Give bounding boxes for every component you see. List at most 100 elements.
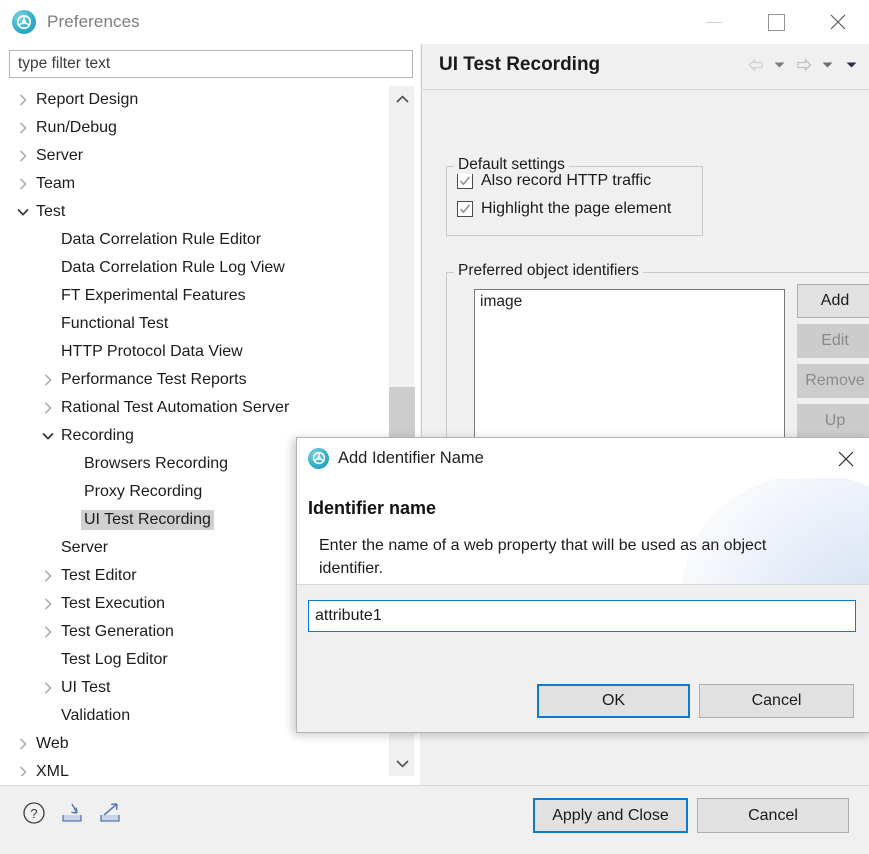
tree-item-functional-test[interactable]: Functional Test [0, 310, 388, 338]
chevron-down-icon[interactable] [389, 750, 415, 776]
dialog-body: OK Cancel [297, 584, 869, 733]
help-icon[interactable]: ? [20, 799, 48, 827]
tree-item-label: UI Test [58, 678, 114, 698]
window-titlebar: Preferences [0, 0, 869, 44]
add-identifier-dialog: Add Identifier Name Identifier name Ente… [296, 437, 869, 733]
forward-arrow-icon[interactable] [795, 56, 812, 74]
import-preferences-icon[interactable] [58, 799, 86, 827]
view-menu-icon[interactable] [843, 56, 860, 74]
tree-item-rational-test-automation-server[interactable]: Rational Test Automation Server [0, 394, 388, 422]
tree-item-label: Performance Test Reports [58, 370, 250, 390]
tree-item-label: Proxy Recording [81, 482, 205, 502]
cancel-button[interactable]: Cancel [697, 798, 849, 833]
tree-item-label: Team [33, 174, 78, 194]
tree-item-label: Data Correlation Rule Log View [58, 258, 288, 278]
close-icon[interactable] [833, 446, 859, 472]
tree-item-label: Test Execution [58, 594, 168, 614]
preferences-app-icon [308, 448, 329, 469]
chevron-up-icon[interactable] [389, 86, 415, 112]
chevron-right-icon[interactable] [40, 402, 56, 414]
dialog-ok-button[interactable]: OK [537, 684, 690, 718]
tree-item-label: Browsers Recording [81, 454, 231, 474]
edit-identifier-button: Edit [797, 324, 869, 358]
export-preferences-icon[interactable] [96, 799, 124, 827]
page-nav-controls [747, 56, 860, 74]
checkbox-row-highlight-element[interactable]: Highlight the page element [447, 195, 702, 223]
preferences-window: Preferences Report Design Run/Debug Server… [0, 0, 869, 854]
tree-item-label: Run/Debug [33, 118, 120, 138]
chevron-right-icon[interactable] [40, 598, 56, 610]
tree-item-label: Rational Test Automation Server [58, 398, 292, 418]
tree-item-server[interactable]: Server [0, 142, 388, 170]
chevron-down-icon[interactable] [40, 432, 56, 441]
dialog-header-area: Identifier name Enter the name of a web … [297, 478, 869, 584]
tree-item-team[interactable]: Team [0, 170, 388, 198]
tree-item-label: Report Design [33, 90, 141, 110]
tree-item-label: Validation [58, 706, 133, 726]
checkbox-label-highlight-element: Highlight the page element [481, 200, 671, 218]
tree-item-test[interactable]: Test [0, 198, 388, 226]
dialog-title: Add Identifier Name [338, 449, 484, 468]
default-settings-group: Default settings Also record HTTP traffi… [446, 166, 703, 236]
window-controls [683, 0, 869, 44]
tree-item-label: Web [33, 734, 72, 754]
checkbox-record-http[interactable] [457, 173, 473, 189]
dialog-titlebar: Add Identifier Name [297, 438, 869, 478]
chevron-right-icon[interactable] [40, 570, 56, 582]
page-header: UI Test Recording [422, 44, 869, 90]
tree-item-label: Functional Test [58, 314, 171, 334]
dialog-heading: Identifier name [308, 498, 436, 519]
chevron-right-icon[interactable] [15, 122, 31, 134]
dialog-description: Enter the name of a web property that wi… [319, 534, 789, 580]
maximize-icon[interactable] [745, 0, 807, 44]
tree-item-ft-experimental-features[interactable]: FT Experimental Features [0, 282, 388, 310]
tree-item-performance-test-reports[interactable]: Performance Test Reports [0, 366, 388, 394]
chevron-right-icon[interactable] [15, 94, 31, 106]
identifier-list-item[interactable]: image [475, 290, 784, 314]
chevron-right-icon[interactable] [40, 626, 56, 638]
chevron-down-icon[interactable] [15, 208, 31, 217]
checkbox-highlight-element[interactable] [457, 201, 473, 217]
tree-item-label: HTTP Protocol Data View [58, 342, 246, 362]
back-dropdown-icon[interactable] [771, 56, 788, 74]
tree-item-label: Test Log Editor [58, 650, 171, 670]
chevron-right-icon[interactable] [15, 178, 31, 190]
checkbox-label-record-http: Also record HTTP traffic [481, 172, 651, 190]
apply-and-close-button[interactable]: Apply and Close [533, 798, 688, 833]
chevron-right-icon[interactable] [15, 766, 31, 776]
add-identifier-button[interactable]: Add [797, 284, 869, 318]
dialog-cancel-button[interactable]: Cancel [699, 684, 854, 718]
up-identifier-button: Up [797, 404, 869, 438]
tree-item-web[interactable]: Web [0, 730, 388, 758]
tree-item-label: Test [33, 202, 68, 222]
tree-item-label: Server [33, 146, 86, 166]
filter-input[interactable] [9, 50, 413, 78]
tree-item-data-correlation-rule-log-view[interactable]: Data Correlation Rule Log View [0, 254, 388, 282]
tree-item-label: XML [33, 762, 72, 776]
window-footer: Apply and Close Cancel [430, 785, 869, 854]
tree-item-label: FT Experimental Features [58, 286, 249, 306]
identifier-name-input[interactable] [308, 600, 856, 632]
forward-dropdown-icon[interactable] [819, 56, 836, 74]
close-icon[interactable] [807, 0, 869, 44]
tree-item-http-protocol-data-view[interactable]: HTTP Protocol Data View [0, 338, 388, 366]
identifiers-group-label: Preferred object identifiers [454, 262, 643, 280]
window-title: Preferences [47, 12, 140, 32]
tree-item-data-correlation-rule-editor[interactable]: Data Correlation Rule Editor [0, 226, 388, 254]
preferences-left-footer: ? [0, 785, 430, 854]
tree-item-label: Test Generation [58, 622, 177, 642]
chevron-right-icon[interactable] [15, 150, 31, 162]
minimize-icon[interactable] [683, 0, 745, 44]
tree-item-xml[interactable]: XML [0, 758, 388, 776]
remove-identifier-button: Remove [797, 364, 869, 398]
svg-text:?: ? [30, 806, 37, 821]
tree-item-run-debug[interactable]: Run/Debug [0, 114, 388, 142]
chevron-right-icon[interactable] [40, 374, 56, 386]
tree-item-label: UI Test Recording [81, 510, 214, 530]
preferences-app-icon [12, 10, 36, 34]
tree-item-label: Recording [58, 426, 137, 446]
chevron-right-icon[interactable] [15, 738, 31, 750]
tree-item-report-design[interactable]: Report Design [0, 86, 388, 114]
chevron-right-icon[interactable] [40, 682, 56, 694]
back-arrow-icon[interactable] [747, 56, 764, 74]
